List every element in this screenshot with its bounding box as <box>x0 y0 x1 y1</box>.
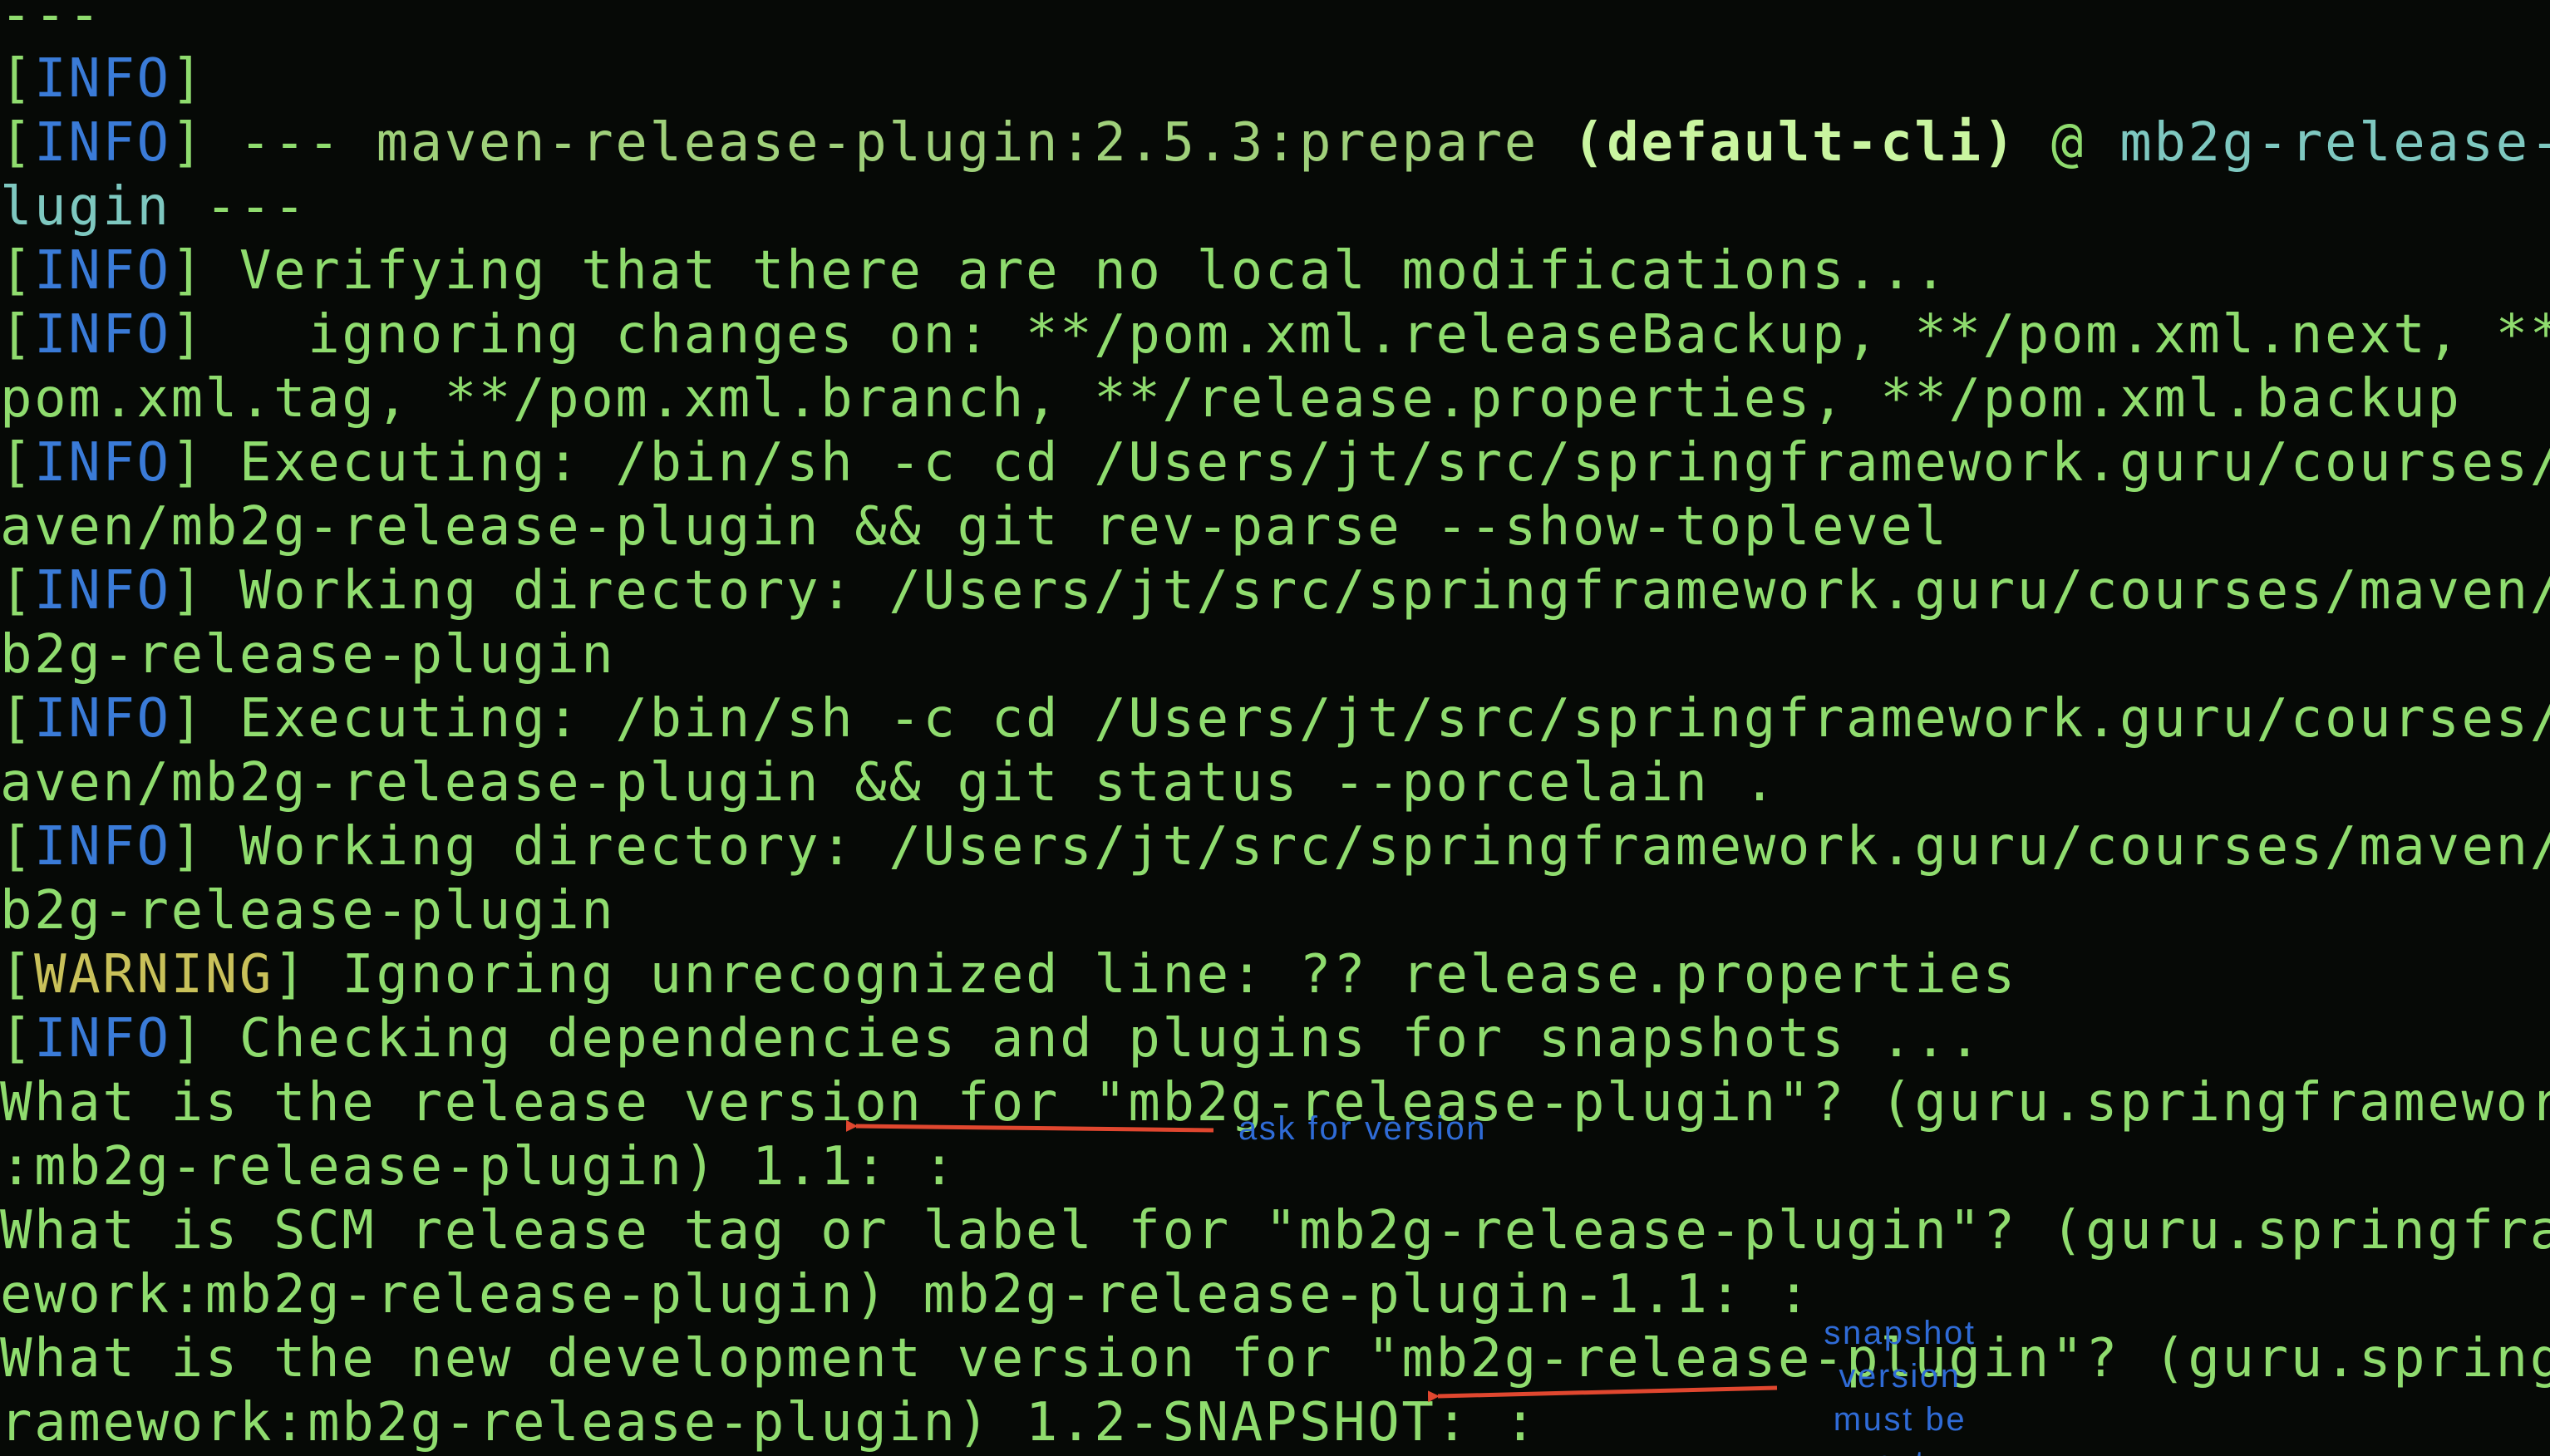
terminal-line: [WARNING] Ignoring unrecognized line: ??… <box>0 943 2017 1007</box>
log-level-info: INFO <box>34 560 171 622</box>
terminal-text: What is SCM release tag or label for "mb… <box>0 1200 2550 1262</box>
terminal-line: aven/mb2g-release-plugin && git rev-pars… <box>0 495 1948 559</box>
terminal-line: What is the new development version for … <box>0 1327 2550 1391</box>
snapshot-annotation-line4: put <box>1800 1441 2000 1456</box>
terminal-text: [ <box>0 304 35 366</box>
terminal-text: [ <box>0 944 35 1006</box>
terminal-text: ] <box>170 48 205 110</box>
terminal-text: [ <box>0 1008 35 1070</box>
log-level-warning: WARNING <box>34 944 274 1006</box>
terminal-text: ] Working directory: /Users/jt/src/sprin… <box>170 560 2550 622</box>
snapshot-annotation-line1: snapshot <box>1824 1315 1976 1351</box>
log-level-info: INFO <box>34 816 171 878</box>
terminal-text: [ <box>0 816 35 878</box>
log-level-info: INFO <box>34 112 171 174</box>
terminal-window[interactable]: --- [INFO] [INFO] --- maven-release-plugin… <box>0 0 2550 1456</box>
terminal-text: ] Ignoring unrecognized line: ?? release… <box>273 944 2017 1006</box>
terminal-text: ] Working directory: /Users/jt/src/sprin… <box>170 816 2550 878</box>
terminal-text: [ <box>0 688 35 750</box>
terminal-text: b2g-release-plugin <box>0 880 616 942</box>
terminal-text: lugin <box>0 176 171 238</box>
terminal-text: maven-release-plugin:2.5.3:prepare <box>376 112 1538 174</box>
log-level-info: INFO <box>34 304 171 366</box>
ask-version-annotation: ask for version <box>1238 1110 1488 1147</box>
terminal-text: ] Verifying that there are no local modi… <box>170 240 1949 302</box>
terminal-text: ] ignoring changes on: **/pom.xml.releas… <box>170 304 2550 366</box>
terminal-text: What is the new development version for … <box>0 1328 2550 1390</box>
terminal-text: ] Executing: /bin/sh -c cd /Users/jt/src… <box>170 432 2550 494</box>
terminal-text: --- <box>0 0 103 46</box>
terminal-line: ramework:mb2g-release-plugin) 1.2-SNAPSH… <box>0 1391 1538 1455</box>
terminal-text: ] Checking dependencies and plugins for … <box>170 1008 1983 1070</box>
terminal-line: ework:mb2g-release-plugin) mb2g-release-… <box>0 1263 1812 1327</box>
terminal-line: b2g-release-plugin <box>0 879 615 943</box>
log-level-info: INFO <box>34 688 171 750</box>
terminal-line: [INFO] Working directory: /Users/jt/src/… <box>0 559 2550 623</box>
terminal-line: [INFO] <box>0 47 205 111</box>
terminal-line: [INFO] Working directory: /Users/jt/src/… <box>0 815 2550 879</box>
snapshot-annotation-line3: must be <box>1833 1401 1967 1438</box>
log-level-info: INFO <box>34 48 171 110</box>
terminal-line: [INFO] Executing: /bin/sh -c cd /Users/j… <box>0 431 2550 495</box>
snapshot-annotation-line2: version <box>1839 1358 1962 1395</box>
terminal-text: ework:mb2g-release-plugin) mb2g-release-… <box>0 1264 1812 1326</box>
terminal-text: (default-cli) <box>1573 112 2017 174</box>
terminal-line: [INFO] --- maven-release-plugin:2.5.3:pr… <box>0 111 2550 175</box>
terminal-line: What is SCM release tag or label for "mb… <box>0 1199 2550 1263</box>
terminal-text: [ <box>0 560 35 622</box>
terminal-text: ramework:mb2g-release-plugin) 1.2-SNAPSH… <box>0 1392 1538 1454</box>
log-level-info: INFO <box>34 432 171 494</box>
terminal-text: aven/mb2g-release-plugin && git rev-pars… <box>0 496 1949 558</box>
terminal-line: [INFO] Verifying that there are no local… <box>0 239 1949 303</box>
terminal-text: :mb2g-release-plugin) 1.1: : <box>0 1136 957 1198</box>
terminal-text: mb2g-release-p <box>2119 112 2550 174</box>
terminal-line: b2g-release-plugin <box>0 623 615 687</box>
terminal-line: [INFO] Executing: /bin/sh -c cd /Users/j… <box>0 687 2550 751</box>
terminal-text: @ <box>2016 112 2120 174</box>
log-level-info: INFO <box>34 1008 171 1070</box>
terminal-text: ] Executing: /bin/sh -c cd /Users/jt/src… <box>170 688 2550 750</box>
log-level-info: INFO <box>34 240 171 302</box>
terminal-line: --- <box>0 0 102 47</box>
terminal-line: lugin --- <box>0 175 308 239</box>
terminal-line: :mb2g-release-plugin) 1.1: : <box>0 1135 957 1199</box>
terminal-line: pom.xml.tag, **/pom.xml.branch, **/relea… <box>0 367 2461 431</box>
terminal-text: pom.xml.tag, **/pom.xml.branch, **/relea… <box>0 368 2462 430</box>
terminal-text: b2g-release-plugin <box>0 624 616 686</box>
terminal-text: ] --- <box>170 112 377 174</box>
terminal-line: aven/mb2g-release-plugin && git status -… <box>0 751 1778 815</box>
terminal-text: [ <box>0 432 35 494</box>
terminal-text: [ <box>0 240 35 302</box>
terminal-text: --- <box>170 176 308 238</box>
terminal-text: [ <box>0 48 35 110</box>
terminal-line: [INFO] Checking dependencies and plugins… <box>0 1007 1983 1071</box>
terminal-line: [INFO] ignoring changes on: **/pom.xml.r… <box>0 303 2550 367</box>
terminal-text: [ <box>0 112 35 174</box>
snapshot-annotation: snapshot version must be put <box>1800 1311 2000 1456</box>
terminal-text: aven/mb2g-release-plugin && git status -… <box>0 752 1778 814</box>
